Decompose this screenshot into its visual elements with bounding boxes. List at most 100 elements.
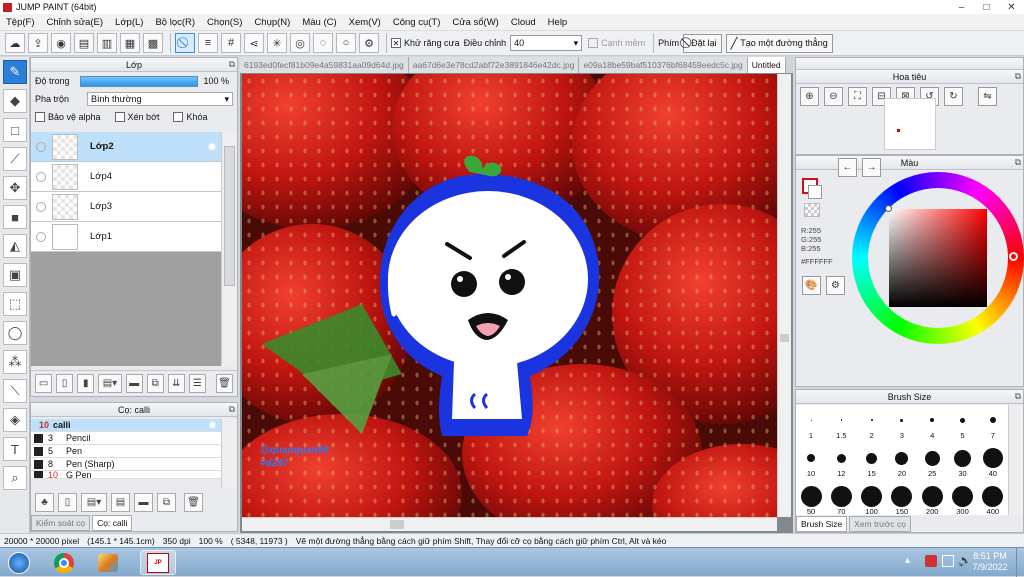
layer-properties-icon[interactable]: ☰ bbox=[188, 374, 206, 393]
adjust-select[interactable]: 40 ▾ bbox=[510, 35, 583, 51]
brush-item[interactable]: 10 G Pen bbox=[31, 471, 221, 479]
canvas[interactable]: @quanquan86 #d247 bbox=[242, 74, 777, 517]
brush-size-option[interactable]: 1.5 bbox=[826, 409, 856, 440]
menu-cloud[interactable]: Cloud bbox=[505, 17, 542, 28]
palette-settings-icon[interactable]: ⚙ bbox=[826, 276, 845, 295]
gradient-tool-icon[interactable]: ▣ bbox=[3, 263, 27, 287]
gear-icon[interactable]: ✹ bbox=[207, 140, 217, 154]
merge-layer-icon[interactable]: ⇊ bbox=[167, 374, 185, 393]
brush-size-option[interactable]: 1 bbox=[796, 409, 826, 440]
menu-view[interactable]: Xem(V) bbox=[343, 17, 387, 28]
gear-icon[interactable]: ✹ bbox=[208, 419, 217, 432]
select-rect-tool-icon[interactable]: ⬚ bbox=[3, 292, 27, 316]
protect-alpha-checkbox[interactable] bbox=[35, 112, 45, 122]
show-desktop-button[interactable] bbox=[1016, 548, 1024, 577]
chrome-taskbar-item[interactable] bbox=[46, 550, 82, 575]
panel-float-icon[interactable]: ⧉ bbox=[229, 59, 235, 70]
concentric-ruler-icon[interactable]: ◎ bbox=[290, 33, 310, 53]
brush-tool-icon[interactable]: ✎ bbox=[3, 60, 27, 84]
jump-paint-taskbar-item[interactable]: JP bbox=[140, 550, 176, 575]
curve-ruler-icon[interactable]: ◌ bbox=[313, 33, 333, 53]
blend-select[interactable]: Bình thường ▾ bbox=[87, 92, 234, 106]
brush-size-option[interactable]: 20 bbox=[887, 447, 917, 478]
minimize-button[interactable]: – bbox=[949, 0, 974, 14]
visibility-icon[interactable] bbox=[36, 141, 46, 152]
tab-brush-list[interactable]: Cọ: calli bbox=[92, 515, 133, 531]
lock-checkbox[interactable] bbox=[173, 112, 184, 122]
magic-wand-tool-icon[interactable]: ⁂ bbox=[3, 350, 27, 374]
cloud-icon[interactable]: ☁ bbox=[5, 33, 25, 53]
tab-brush-control[interactable]: Kiểm soát cọ bbox=[31, 515, 91, 531]
rectangle-tool-icon[interactable]: □ bbox=[3, 118, 27, 142]
layer-row[interactable]: Lớp4 bbox=[31, 162, 221, 192]
brush-size-option[interactable]: 10 bbox=[796, 447, 826, 478]
menu-layer[interactable]: Lớp(L) bbox=[109, 17, 149, 28]
background-color-swatch[interactable] bbox=[808, 185, 822, 199]
tab-brush-preview[interactable]: Xem trước cọ bbox=[849, 516, 911, 532]
grid-ruler-icon[interactable]: # bbox=[221, 33, 241, 53]
brush-page-icon[interactable]: ▯ bbox=[58, 492, 77, 512]
brush-size-option[interactable]: 5 bbox=[948, 409, 978, 440]
menu-file[interactable]: Tệp(F) bbox=[0, 17, 41, 28]
brush-size-option[interactable]: 100 bbox=[857, 485, 887, 516]
menu-filter[interactable]: Bộ lọc(R) bbox=[149, 17, 201, 28]
menu-color[interactable]: Màu (C) bbox=[296, 17, 342, 28]
color-picker-cursor[interactable] bbox=[885, 205, 892, 212]
no-ruler-icon[interactable]: ⃠ bbox=[175, 33, 195, 53]
file-tab[interactable]: aa67d6e3e78cd2abf72e3891846e42dc.jpg bbox=[408, 57, 580, 73]
menu-window[interactable]: Cửa sổ(W) bbox=[446, 17, 504, 28]
lasso-tool-icon[interactable]: ◯ bbox=[3, 321, 27, 345]
delete-layer-icon[interactable]: 🗑 bbox=[215, 374, 234, 393]
comment-icon[interactable]: ◉ bbox=[51, 33, 71, 53]
parallel-ruler-icon[interactable]: ≡ bbox=[198, 33, 218, 53]
perspective-ruler-icon[interactable]: ⋖ bbox=[244, 33, 264, 53]
network-icon[interactable] bbox=[942, 555, 954, 567]
menu-edit[interactable]: Chỉnh sửa(E) bbox=[41, 17, 110, 28]
upload-icon[interactable]: ⇪ bbox=[28, 33, 48, 53]
visibility-icon[interactable] bbox=[36, 231, 46, 242]
zoom-in-icon[interactable]: ⊕ bbox=[800, 87, 819, 106]
reset-button[interactable]: ⃠Đặt lại bbox=[683, 33, 722, 53]
visibility-icon[interactable] bbox=[36, 171, 46, 182]
move-tool-icon[interactable]: ✥ bbox=[3, 176, 27, 200]
layer-row[interactable]: Lớp3 bbox=[31, 192, 221, 222]
start-button[interactable] bbox=[4, 550, 34, 575]
brush-size-option[interactable]: 25 bbox=[917, 447, 947, 478]
fit-icon[interactable]: ⛶ bbox=[848, 87, 867, 106]
radial-ruler-icon[interactable]: ✳ bbox=[267, 33, 287, 53]
brush-add-icon[interactable]: ♣ bbox=[35, 492, 54, 512]
folder-icon[interactable]: ▬ bbox=[134, 492, 153, 512]
brush-size-option[interactable]: 4 bbox=[917, 409, 947, 440]
clock[interactable]: 8:51 PM 7/9/2022 bbox=[968, 551, 1012, 573]
new-layer-1bit-icon[interactable]: ▮ bbox=[77, 374, 95, 393]
forward-icon[interactable]: → bbox=[862, 158, 881, 177]
file-tab[interactable]: e09a18be59baf510376bf68459eedc5c.jpg bbox=[579, 57, 748, 73]
brush-item[interactable]: 3 Pencil bbox=[31, 432, 221, 445]
lasso-ruler-icon[interactable]: ○ bbox=[336, 33, 356, 53]
hue-ring[interactable] bbox=[852, 172, 1024, 344]
scrollbar-thumb[interactable] bbox=[780, 334, 789, 342]
menu-help[interactable]: Help bbox=[542, 17, 574, 28]
text-tool-icon[interactable]: T bbox=[3, 437, 27, 461]
duplicate-layer-icon[interactable]: ⧉ bbox=[146, 374, 164, 393]
brush-item[interactable]: 10 calli ✹ bbox=[31, 419, 221, 432]
antialias-checkbox[interactable]: ✕ bbox=[391, 38, 401, 48]
document-icon[interactable]: ▦ bbox=[120, 33, 140, 53]
brush-menu-icon[interactable]: ▤▾ bbox=[81, 492, 107, 512]
size-scrollbar[interactable] bbox=[1008, 405, 1023, 515]
layer-scrollbar[interactable] bbox=[221, 132, 237, 366]
transparent-swatch[interactable] bbox=[804, 203, 820, 217]
tab-brush-size[interactable]: Brush Size bbox=[796, 516, 848, 532]
flip-icon[interactable]: ⇋ bbox=[978, 87, 997, 106]
palette-icon[interactable]: 🎨 bbox=[802, 276, 821, 295]
folder-icon[interactable]: ▬ bbox=[125, 374, 143, 393]
brush-size-option[interactable]: 12 bbox=[826, 447, 856, 478]
select-pen-tool-icon[interactable]: ⟍ bbox=[3, 379, 27, 403]
close-button[interactable]: ✕ bbox=[999, 0, 1024, 14]
delete-brush-icon[interactable]: 🗑 bbox=[184, 492, 203, 512]
canvas-vscroll[interactable] bbox=[777, 74, 791, 517]
add-layer-menu-icon[interactable]: ▤▾ bbox=[98, 374, 122, 393]
menu-tools[interactable]: Công cụ(T) bbox=[387, 17, 447, 28]
saturation-value-square[interactable] bbox=[889, 209, 987, 307]
back-icon[interactable]: ← bbox=[838, 158, 857, 177]
